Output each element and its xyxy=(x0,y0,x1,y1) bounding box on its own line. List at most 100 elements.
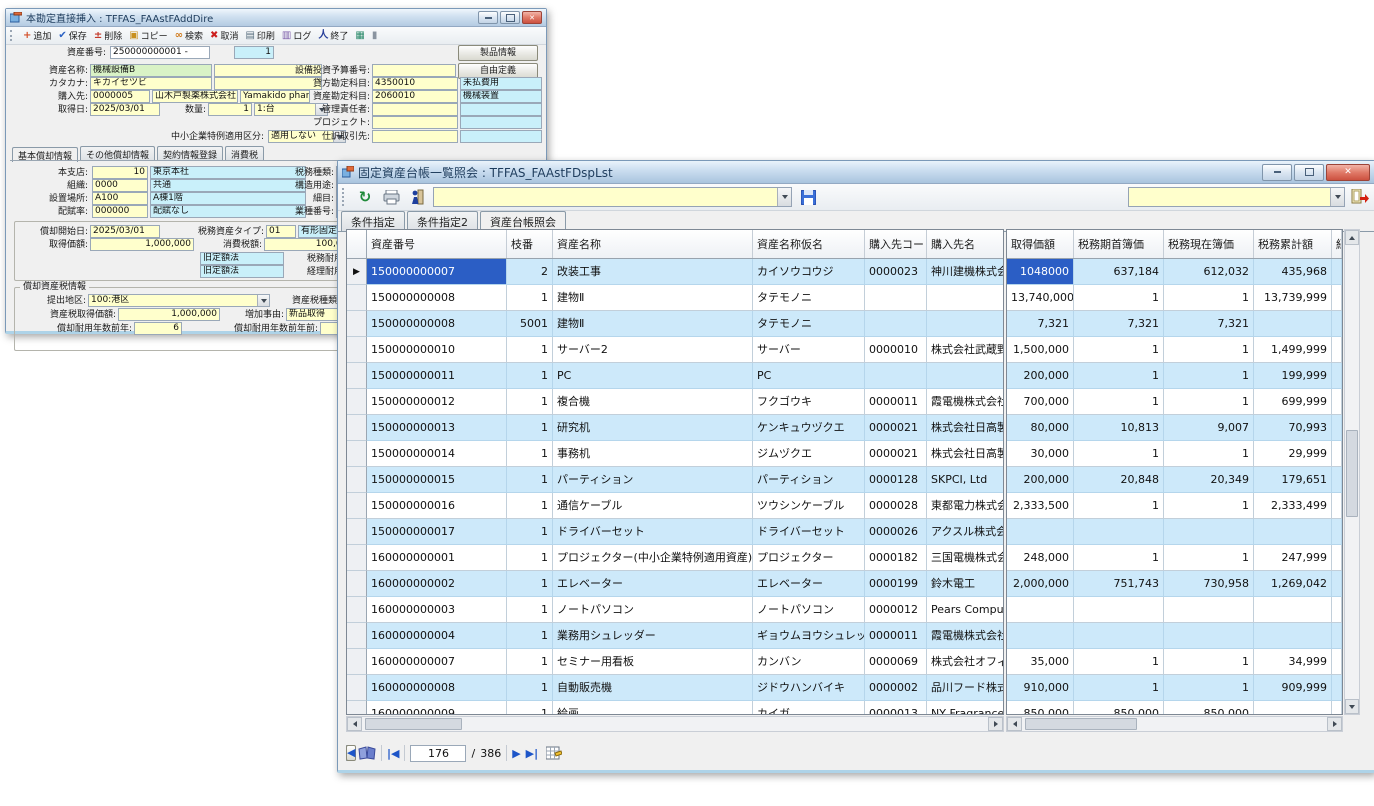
last-record-button[interactable]: ▶| xyxy=(526,747,538,760)
cell-vendor_code[interactable]: 0000011 xyxy=(865,623,927,649)
qty-field[interactable]: 1 xyxy=(208,103,252,116)
cell-vendor_code[interactable]: 0000002 xyxy=(865,675,927,701)
cell-no[interactable]: 160000000008 xyxy=(367,675,507,701)
cell-name[interactable]: サーバー2 xyxy=(553,337,753,363)
cell-vendor_code[interactable]: 0000021 xyxy=(865,441,927,467)
cell-vendor[interactable]: NY Fragrance Co. xyxy=(927,701,1004,715)
entry-tab-3[interactable]: 契約情報登録 xyxy=(157,146,223,161)
toolbar-delete-button[interactable]: ±削除 xyxy=(93,29,123,42)
ledger-tab-2[interactable]: 条件指定2 xyxy=(407,211,478,231)
row-selector[interactable] xyxy=(347,493,367,519)
toolbar-copy-button[interactable]: ▣コピー xyxy=(128,29,168,42)
cell-current_book[interactable]: 1 xyxy=(1164,337,1254,363)
toolbar-exit-button[interactable]: 人終了 xyxy=(317,29,349,42)
cell-begin_book[interactable]: 1 xyxy=(1074,285,1164,311)
minimize-button[interactable] xyxy=(478,11,498,24)
cell-no[interactable]: 160000000002 xyxy=(367,571,507,597)
cell-acq[interactable]: 910,000 xyxy=(1007,675,1074,701)
vertical-scrollbar[interactable] xyxy=(1344,229,1360,715)
location-code-field[interactable]: A100 xyxy=(92,192,148,205)
cell-name[interactable]: 建物Ⅱ xyxy=(553,285,753,311)
cell-extra[interactable] xyxy=(1332,519,1342,545)
tax-asset-type-code-field[interactable]: 01 xyxy=(266,225,296,238)
cell-branch[interactable]: 1 xyxy=(507,701,553,715)
maximize-button[interactable] xyxy=(500,11,520,24)
cell-name[interactable]: 複合機 xyxy=(553,389,753,415)
budget-field[interactable] xyxy=(372,64,456,77)
cell-acq[interactable]: 80,000 xyxy=(1007,415,1074,441)
cell-name[interactable]: 改装工事 xyxy=(553,259,753,285)
cell-kana[interactable]: ジドウハンバイキ xyxy=(753,675,865,701)
cell-current_book[interactable]: 1 xyxy=(1164,285,1254,311)
row-selector[interactable] xyxy=(347,389,367,415)
cell-no[interactable]: 150000000016 xyxy=(367,493,507,519)
cell-extra[interactable] xyxy=(1332,493,1342,519)
left-horizontal-thumb[interactable] xyxy=(365,718,462,730)
cell-vendor[interactable] xyxy=(927,363,1004,389)
cell-accum[interactable] xyxy=(1254,519,1332,545)
cell-current_book[interactable]: 1 xyxy=(1164,649,1254,675)
right-horizontal-thumb[interactable] xyxy=(1025,718,1137,730)
cell-no[interactable]: 160000000001 xyxy=(367,545,507,571)
cell-kana[interactable]: ツウシンケーブル xyxy=(753,493,865,519)
cell-current_book[interactable]: 1 xyxy=(1164,493,1254,519)
cell-name[interactable]: 研究机 xyxy=(553,415,753,441)
cell-acq[interactable]: 13,740,000 xyxy=(1007,285,1074,311)
cell-vendor_code[interactable]: 0000128 xyxy=(865,467,927,493)
cell-branch[interactable]: 1 xyxy=(507,649,553,675)
row-selector[interactable] xyxy=(347,441,367,467)
column-header-branch[interactable]: 枝番 xyxy=(507,230,553,258)
cell-begin_book[interactable]: 1 xyxy=(1074,441,1164,467)
cell-vendor_code[interactable]: 0000013 xyxy=(865,701,927,715)
project-field[interactable] xyxy=(372,116,458,129)
cell-accum[interactable]: 699,999 xyxy=(1254,389,1332,415)
cell-extra[interactable] xyxy=(1332,389,1342,415)
cell-kana[interactable]: タテモノニ xyxy=(753,311,865,337)
row-selector[interactable] xyxy=(347,311,367,337)
toolbar-save-button[interactable]: ✔保存 xyxy=(57,29,87,42)
cell-current_book[interactable]: 850,000 xyxy=(1164,701,1254,715)
dropdown-icon[interactable] xyxy=(1330,188,1344,206)
row-selector[interactable] xyxy=(347,571,367,597)
cell-name[interactable]: 業務用シュレッダー xyxy=(553,623,753,649)
vendor-name-field[interactable]: 山木戸製薬株式会社 xyxy=(152,90,238,103)
cell-acq[interactable]: 1,500,000 xyxy=(1007,337,1074,363)
cell-branch[interactable]: 1 xyxy=(507,467,553,493)
cell-branch[interactable]: 1 xyxy=(507,571,553,597)
asset-no-field[interactable]: 250000000001 - xyxy=(110,46,210,59)
dropdown-icon[interactable] xyxy=(257,295,269,306)
cell-accum[interactable]: 34,999 xyxy=(1254,649,1332,675)
cell-no[interactable]: 160000000004 xyxy=(367,623,507,649)
cell-name[interactable]: 通信ケーブル xyxy=(553,493,753,519)
asset-tax-value-field[interactable]: 1,000,000 xyxy=(118,308,220,321)
cell-current_book[interactable] xyxy=(1164,623,1254,649)
asset-name-field[interactable]: 機械設備B xyxy=(90,64,212,77)
cell-vendor_code[interactable] xyxy=(865,363,927,389)
cell-extra[interactable] xyxy=(1332,441,1342,467)
cell-vendor[interactable]: 株式会社日高製作 xyxy=(927,441,1004,467)
cell-vendor[interactable]: SKPCI, Ltd xyxy=(927,467,1004,493)
cell-name[interactable]: パーティション xyxy=(553,467,753,493)
cell-extra[interactable] xyxy=(1332,467,1342,493)
cell-begin_book[interactable]: 1 xyxy=(1074,337,1164,363)
district-combo[interactable]: 100:港区 xyxy=(88,294,270,307)
cell-extra[interactable] xyxy=(1332,285,1342,311)
cell-no[interactable]: 150000000011 xyxy=(367,363,507,389)
cell-no[interactable]: 150000000008 xyxy=(367,285,507,311)
scroll-right-icon[interactable] xyxy=(988,717,1003,731)
toolbar-clip-button[interactable]: ▮ xyxy=(371,31,379,41)
cell-begin_book[interactable]: 1 xyxy=(1074,675,1164,701)
cell-no[interactable]: 150000000015 xyxy=(367,467,507,493)
cell-extra[interactable] xyxy=(1332,675,1342,701)
toolbar-grip[interactable] xyxy=(10,30,15,42)
column-header-no[interactable]: 資産番号 xyxy=(367,230,507,258)
cell-acq[interactable]: 2,000,000 xyxy=(1007,571,1074,597)
cell-vendor[interactable]: 霞電機株式会社 xyxy=(927,389,1004,415)
cell-acq[interactable]: 30,000 xyxy=(1007,441,1074,467)
pattern-combo[interactable] xyxy=(433,187,792,207)
cell-begin_book[interactable]: 637,184 xyxy=(1074,259,1164,285)
cell-current_book[interactable] xyxy=(1164,597,1254,623)
cell-no[interactable]: 160000000009 xyxy=(367,701,507,715)
cell-acq[interactable]: 35,000 xyxy=(1007,649,1074,675)
cell-begin_book[interactable] xyxy=(1074,519,1164,545)
